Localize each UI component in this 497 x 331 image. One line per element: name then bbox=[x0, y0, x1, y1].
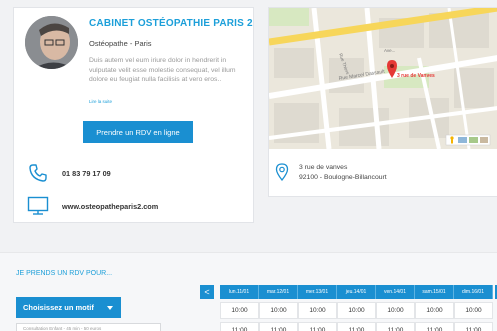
day-column: sam.15/01 10:00 11:00 bbox=[415, 285, 454, 331]
day-header: lun.11/01 bbox=[220, 285, 259, 299]
time-slot[interactable]: 11:00 bbox=[298, 322, 337, 331]
doctor-role: Ostéopathe - Paris bbox=[89, 39, 152, 48]
day-column: mar.12/01 10:00 11:00 bbox=[259, 285, 298, 331]
day-header: sam.15/01 bbox=[415, 285, 454, 299]
time-slot[interactable]: 10:00 bbox=[220, 302, 259, 319]
day-column: jeu.14/01 10:00 11:00 bbox=[337, 285, 376, 331]
day-column: lun.11/01 10:00 11:00 bbox=[220, 285, 259, 331]
map-card: Rue Marcel Dassault Rue Thiers Ave... 3 … bbox=[268, 7, 497, 197]
day-header: jeu.14/01 bbox=[337, 285, 376, 299]
address-line-1: 3 rue de vanves bbox=[299, 164, 348, 171]
map[interactable]: Rue Marcel Dassault Rue Thiers Ave... 3 … bbox=[269, 8, 497, 149]
read-more-link[interactable]: Lire la suite bbox=[89, 99, 112, 104]
map-marker-label: 3 rue de Vanves bbox=[397, 73, 435, 79]
address: 3 rue de vanves 92100 - Boulogne-Billanc… bbox=[299, 163, 387, 183]
time-slot[interactable]: 10:00 bbox=[298, 302, 337, 319]
website-link[interactable]: www.osteopatheparis2.com bbox=[62, 202, 158, 211]
time-slot[interactable]: 10:00 bbox=[415, 302, 454, 319]
location-pin-icon bbox=[275, 163, 289, 186]
phone-row: 01 83 79 17 09 bbox=[27, 163, 111, 183]
time-slot[interactable]: 11:00 bbox=[454, 322, 493, 331]
monitor-icon bbox=[27, 196, 49, 216]
time-slot[interactable]: 11:00 bbox=[220, 322, 259, 331]
time-slot[interactable]: 11:00 bbox=[337, 322, 376, 331]
time-slot[interactable]: 10:00 bbox=[259, 302, 298, 319]
time-slot[interactable]: 11:00 bbox=[376, 322, 415, 331]
avatar bbox=[25, 16, 78, 69]
time-slot[interactable]: 10:00 bbox=[376, 302, 415, 319]
phone-icon bbox=[27, 163, 49, 183]
website-row: www.osteopatheparis2.com bbox=[27, 196, 158, 216]
time-slot[interactable]: 11:00 bbox=[415, 322, 454, 331]
phone-number[interactable]: 01 83 79 17 09 bbox=[62, 169, 111, 178]
book-appointment-button[interactable]: Prendre un RDV en ligne bbox=[83, 121, 193, 143]
day-header: mar.12/01 bbox=[259, 285, 298, 299]
doctor-bio: Duis autem vel eum iriure dolor in hendr… bbox=[89, 57, 236, 84]
caret-down-icon bbox=[107, 306, 113, 310]
day-column: ven.14/01 10:00 11:00 bbox=[376, 285, 415, 331]
consultation-field[interactable]: Consultation Enfant - 45 min - 50 euros bbox=[16, 323, 161, 331]
booking-section: JE PRENDS UN RDV POUR... Choisissez un m… bbox=[0, 252, 497, 331]
profile-card: CABINET OSTÉOPATHIE PARIS 2 Ostéopathe -… bbox=[13, 7, 254, 223]
time-slot[interactable]: 10:00 bbox=[454, 302, 493, 319]
day-header: ven.14/01 bbox=[376, 285, 415, 299]
calendar: lun.11/01 10:00 11:00 mar.12/01 10:00 11… bbox=[220, 285, 493, 331]
day-column: mer.13/01 10:00 11:00 bbox=[298, 285, 337, 331]
motif-dropdown-label: Choisissez un motif bbox=[23, 303, 94, 312]
time-slot[interactable]: 10:00 bbox=[337, 302, 376, 319]
motif-dropdown[interactable]: Choisissez un motif bbox=[16, 297, 121, 318]
map-street-label: Ave... bbox=[384, 48, 395, 53]
address-line-2: 92100 - Boulogne-Billancourt bbox=[299, 173, 387, 181]
prev-week-button[interactable]: < bbox=[200, 285, 214, 299]
day-column: dim.16/01 10:00 11:00 bbox=[454, 285, 493, 331]
street-view-icon[interactable] bbox=[445, 134, 491, 146]
time-slot[interactable]: 11:00 bbox=[259, 322, 298, 331]
booking-title: JE PRENDS UN RDV POUR... bbox=[16, 270, 113, 277]
address-row: 3 rue de vanves 92100 - Boulogne-Billanc… bbox=[275, 163, 387, 186]
doctor-name: CABINET OSTÉOPATHIE PARIS 2 bbox=[89, 18, 253, 29]
day-header: mer.13/01 bbox=[298, 285, 337, 299]
day-header: dim.16/01 bbox=[454, 285, 493, 299]
